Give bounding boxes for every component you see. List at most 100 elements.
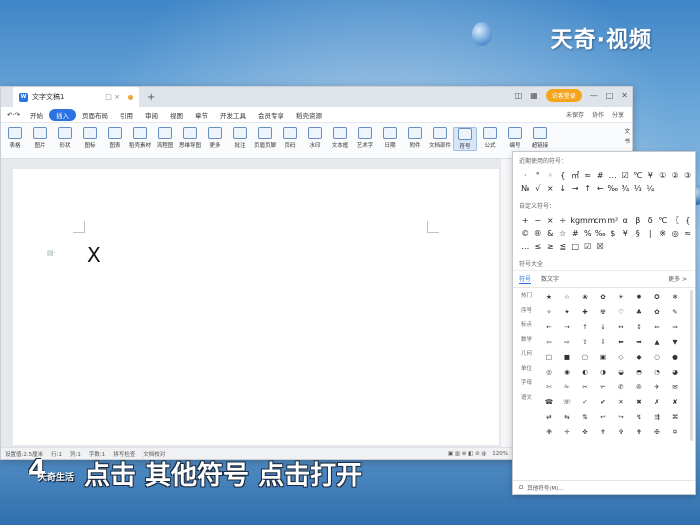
ribbon-watermark[interactable]: 水印 [303, 127, 327, 149]
ribbon-chart[interactable]: 图表 [103, 127, 127, 149]
custom-symbol[interactable]: % [582, 227, 595, 240]
category-symbol[interactable]: ⇅ [576, 409, 594, 424]
recent-symbol[interactable]: ⅓ [632, 182, 645, 195]
category-symbol[interactable]: ◐ [576, 364, 594, 379]
recent-symbol[interactable]: … [607, 169, 620, 182]
custom-symbol[interactable]: ≦ [557, 240, 570, 253]
custom-symbol[interactable]: ÷ [557, 214, 570, 227]
recent-symbol[interactable]: · [519, 169, 532, 182]
recent-symbol[interactable]: ≈ [582, 169, 595, 182]
custom-symbol[interactable]: © [519, 227, 532, 240]
symbol-category[interactable]: 序号 [513, 306, 536, 321]
menu-references[interactable]: 引用 [114, 110, 139, 120]
ribbon-wordart[interactable]: 艺术字 [353, 127, 377, 149]
recent-symbol[interactable]: ㎡ [569, 169, 582, 182]
symbol-scrollbar[interactable] [689, 290, 693, 441]
view-mode-icon[interactable]: ▣ ▥ ⊕ ◧ ⊘ ◍ [448, 451, 486, 457]
symbol-category[interactable]: 语文 [513, 393, 536, 408]
category-symbol[interactable]: ✿ [648, 304, 666, 319]
category-symbol[interactable]: ◔ [648, 364, 666, 379]
recent-symbol[interactable]: √ [532, 182, 545, 195]
category-symbol[interactable]: ✹ [630, 289, 648, 304]
custom-symbol[interactable]: ‰ [594, 227, 607, 240]
category-symbol[interactable]: ⇶ [648, 409, 666, 424]
tab-numbers-text[interactable]: 数文字 [541, 274, 559, 284]
category-symbol[interactable]: ▣ [594, 349, 612, 364]
category-symbol[interactable]: ♡ [612, 304, 630, 319]
category-symbol[interactable]: ✖ [630, 394, 648, 409]
grid-icon[interactable]: ▦ [530, 91, 538, 100]
menu-layout[interactable]: 页面布局 [76, 110, 114, 120]
symbol-category[interactable]: 几何 [513, 349, 536, 364]
recent-symbol[interactable]: × [544, 182, 557, 195]
new-tab-button[interactable]: + [147, 92, 155, 103]
category-symbol[interactable]: ✠ [648, 424, 666, 439]
category-symbol[interactable]: ✞ [612, 424, 630, 439]
custom-symbol[interactable]: ® [532, 227, 545, 240]
category-symbol[interactable]: ☎ [540, 394, 558, 409]
recent-symbol[interactable]: { [557, 169, 570, 182]
category-symbol[interactable]: ➡ [630, 334, 648, 349]
collab-button[interactable]: 协作 [592, 110, 604, 119]
category-symbol[interactable]: ⬅ [612, 334, 630, 349]
category-symbol[interactable]: ✎ [666, 304, 684, 319]
recent-symbol[interactable]: ↓ [557, 182, 570, 195]
category-symbol[interactable]: ✧ [540, 304, 558, 319]
category-symbol[interactable]: ✛ [558, 424, 576, 439]
close-icon[interactable]: ✕ [621, 91, 628, 100]
category-symbol[interactable]: ☢ [594, 304, 612, 319]
unsaved-button[interactable]: 未保存 [566, 110, 584, 119]
custom-symbol[interactable]: | [644, 227, 657, 240]
ribbon-more[interactable]: 更多 [203, 127, 227, 149]
custom-symbol[interactable]: ☒ [594, 240, 607, 253]
symbol-category[interactable]: 单位 [513, 364, 536, 379]
category-symbol[interactable]: ☆ [558, 289, 576, 304]
category-symbol[interactable]: ● [666, 349, 684, 364]
custom-symbol[interactable]: ≥ [544, 240, 557, 253]
category-symbol[interactable]: ✃ [594, 379, 612, 394]
custom-symbol[interactable]: # [569, 227, 582, 240]
category-symbol[interactable]: ▲ [648, 334, 666, 349]
custom-symbol[interactable]: ◎ [669, 227, 682, 240]
recent-symbol[interactable]: → [569, 182, 582, 195]
category-symbol[interactable]: ⇆ [558, 409, 576, 424]
ribbon-date[interactable]: 日期 [378, 127, 402, 149]
recent-symbol[interactable]: ◦ [544, 169, 557, 182]
recent-symbol[interactable]: ‰ [607, 182, 620, 195]
category-symbol[interactable]: ◉ [558, 364, 576, 379]
category-symbol[interactable]: ▼ [666, 334, 684, 349]
category-symbol[interactable]: ☀ [612, 289, 630, 304]
category-symbol[interactable]: ■ [558, 349, 576, 364]
ribbon-formula[interactable]: 公式 [478, 127, 502, 149]
recent-symbol[interactable]: ☑ [619, 169, 632, 182]
category-symbol[interactable]: ✝ [594, 424, 612, 439]
menu-review[interactable]: 审阅 [139, 110, 164, 120]
category-symbol[interactable]: ○ [648, 349, 666, 364]
custom-symbol[interactable]: ¥ [619, 227, 632, 240]
category-symbol[interactable]: ✆ [612, 379, 630, 394]
ribbon-comment[interactable]: 批注 [228, 127, 252, 149]
category-symbol[interactable]: ✈ [648, 379, 666, 394]
category-symbol[interactable]: ← [540, 319, 558, 334]
ribbon-doc-parts[interactable]: 文档部件 [428, 127, 452, 149]
undo-icon[interactable]: ↶·↷ [7, 111, 24, 119]
tab-symbols[interactable]: 符号 [519, 274, 532, 284]
category-symbol[interactable]: ✂ [576, 379, 594, 394]
category-symbol[interactable]: ◒ [612, 364, 630, 379]
category-symbol[interactable]: ◑ [594, 364, 612, 379]
category-symbol[interactable]: ⇐ [648, 319, 666, 334]
category-symbol[interactable]: ↯ [630, 409, 648, 424]
custom-symbol[interactable]: ☑ [582, 240, 595, 253]
more-symbols-link[interactable]: 更多 > [668, 274, 687, 283]
category-symbol[interactable]: ◕ [666, 364, 684, 379]
custom-symbol[interactable]: $ [607, 227, 620, 240]
category-symbol[interactable]: ✉ [666, 379, 684, 394]
category-symbol[interactable]: ✘ [666, 394, 684, 409]
recent-symbol[interactable]: ° [532, 169, 545, 182]
recent-symbol[interactable]: ¾ [619, 182, 632, 195]
ribbon-mindmap[interactable]: 思维导图 [178, 127, 202, 149]
category-symbol[interactable]: ↪ [612, 409, 630, 424]
custom-symbol[interactable]: & [544, 227, 557, 240]
category-symbol[interactable]: ▢ [576, 349, 594, 364]
ribbon-page-number[interactable]: 页码 [278, 127, 302, 149]
